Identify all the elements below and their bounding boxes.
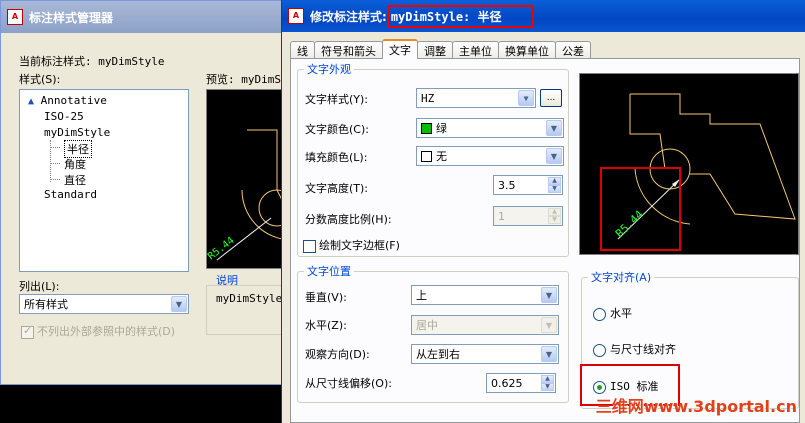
radio-icon: [593, 343, 606, 357]
styles-label: 样式(S):: [19, 73, 61, 86]
chevron-down-icon[interactable]: ▼: [541, 287, 557, 303]
spin-up-icon[interactable]: ▲: [541, 375, 554, 383]
preview-label: 预览: myDimSt: [206, 73, 288, 86]
styles-list[interactable]: ▲ Annotative ISO-25 myDimStyle 半径 角度 直径 …: [19, 89, 189, 272]
list-item[interactable]: Standard: [44, 188, 97, 201]
spin-down-icon[interactable]: ▼: [541, 383, 554, 391]
checkbox-icon: [21, 324, 34, 339]
exclude-xref-checkbox[interactable]: 不列出外部参照中的样式(D): [21, 323, 175, 339]
chevron-down-icon[interactable]: ▼: [546, 120, 562, 136]
text-appearance-legend: 文字外观: [307, 63, 351, 76]
tab-lines[interactable]: 线: [290, 41, 315, 59]
chevron-down-icon[interactable]: ▼: [541, 317, 557, 333]
chevron-down-icon[interactable]: ▼: [546, 148, 562, 164]
dialog-titlebar[interactable]: A 修改标注样式: myDimStyle: 半径: [282, 0, 805, 32]
fill-color-label: 填充颜色(L):: [305, 151, 368, 164]
spin-up-icon[interactable]: ▲: [548, 177, 561, 185]
tab-text[interactable]: 文字: [382, 39, 418, 59]
text-height-label: 文字高度(T):: [305, 182, 369, 195]
dialog-title-style: myDimStyle: 半径: [386, 4, 534, 28]
tab-symbols-arrows[interactable]: 符号和箭头: [314, 41, 383, 59]
horizontal-label: 水平(Z):: [305, 319, 347, 332]
text-style-browse-button[interactable]: ...: [540, 89, 562, 107]
chevron-down-icon[interactable]: ▼: [541, 346, 557, 362]
offset-spinner[interactable]: 0.625 ▲ ▼: [486, 373, 556, 393]
dialog-preview: R5.44: [579, 73, 799, 255]
spin-up-icon[interactable]: ▲: [548, 208, 561, 216]
offset-label: 从尺寸线偏移(O):: [305, 377, 392, 390]
fill-color-select[interactable]: 无 ▼: [416, 146, 564, 166]
list-filter-select[interactable]: 所有样式 ▼: [19, 294, 189, 314]
manager-preview-drawing: R5.44: [206, 129, 296, 270]
align-with-dimline-radio[interactable]: 与尺寸线对齐: [593, 341, 676, 357]
spin-down-icon[interactable]: ▼: [548, 216, 561, 224]
horizontal-select[interactable]: 居中 ▼: [411, 315, 559, 335]
align-iso-radio[interactable]: ISO 标准: [593, 378, 659, 394]
list-item[interactable]: 角度: [64, 156, 86, 172]
text-style-label: 文字样式(Y):: [305, 93, 369, 106]
text-placement-legend: 文字位置: [307, 265, 351, 278]
text-alignment-legend: 文字对齐(A): [591, 271, 652, 284]
view-direction-label: 观察方向(D):: [305, 348, 370, 361]
modify-dimension-style-dialog: A 修改标注样式: myDimStyle: 半径 线 符号和箭头 文字 调整 主…: [281, 0, 805, 423]
manager-preview: R5.44: [206, 89, 296, 270]
text-style-select[interactable]: HZ ▼: [416, 88, 536, 108]
tab-bar: 线 符号和箭头 文字 调整 主单位 换算单位 公差: [290, 39, 591, 59]
dialog-preview-dim-text: R5.44: [613, 208, 646, 241]
annotative-icon: ▲: [28, 96, 35, 107]
tab-primary-units[interactable]: 主单位: [452, 41, 499, 59]
text-height-spinner[interactable]: 3.5 ▲ ▼: [493, 175, 563, 195]
autocad-app-icon: A: [288, 8, 304, 24]
fraction-scale-spinner[interactable]: 1 ▲ ▼: [493, 206, 563, 226]
view-direction-select[interactable]: 从左到右 ▼: [411, 344, 559, 364]
list-filter-label: 列出(L):: [19, 280, 60, 293]
vertical-label: 垂直(V):: [305, 291, 347, 304]
manager-titlebar[interactable]: A 标注样式管理器: [1, 1, 289, 33]
tab-fit[interactable]: 调整: [417, 41, 453, 59]
watermark-logo: 三维网www.3dportal.cn: [595, 397, 797, 416]
tab-tolerances[interactable]: 公差: [555, 41, 591, 59]
checkbox-icon: [303, 239, 316, 253]
draw-frame-checkbox[interactable]: 绘制文字边框(F): [303, 237, 400, 253]
text-tab-panel: 文字外观 文字样式(Y): HZ ▼ ... 文字颜色(C): 绿 ▼ 填充颜色…: [290, 58, 800, 423]
list-item[interactable]: ISO-25: [44, 110, 84, 123]
dimension-style-manager-window: A 标注样式管理器 当前标注样式: myDimStyle 样式(S): 预览: …: [0, 0, 296, 385]
text-color-label: 文字颜色(C):: [305, 123, 369, 136]
list-item[interactable]: ▲ Annotative: [28, 94, 107, 107]
current-style-label: 当前标注样式: myDimStyle: [19, 55, 165, 68]
chevron-down-icon[interactable]: ▼: [518, 90, 534, 106]
radio-icon: [593, 307, 606, 321]
vertical-select[interactable]: 上 ▼: [411, 285, 559, 305]
list-item[interactable]: myDimStyle: [44, 126, 110, 139]
tab-alternate-units[interactable]: 换算单位: [498, 41, 556, 59]
spin-down-icon[interactable]: ▼: [548, 185, 561, 193]
chevron-down-icon[interactable]: ▼: [171, 296, 187, 312]
list-item[interactable]: 直径: [64, 172, 86, 188]
green-swatch-icon: [421, 122, 432, 134]
empty-swatch-icon: [421, 150, 432, 162]
fraction-scale-label: 分数高度比例(H):: [305, 213, 392, 226]
dialog-preview-drawing: R5.44: [613, 93, 796, 241]
manager-title: 标注样式管理器: [29, 10, 114, 25]
autocad-app-icon: A: [7, 9, 23, 25]
text-color-select[interactable]: 绿 ▼: [416, 118, 564, 138]
radio-selected-icon: [593, 380, 606, 394]
dialog-title-prefix: 修改标注样式:: [310, 9, 387, 24]
align-horizontal-radio[interactable]: 水平: [593, 305, 632, 321]
